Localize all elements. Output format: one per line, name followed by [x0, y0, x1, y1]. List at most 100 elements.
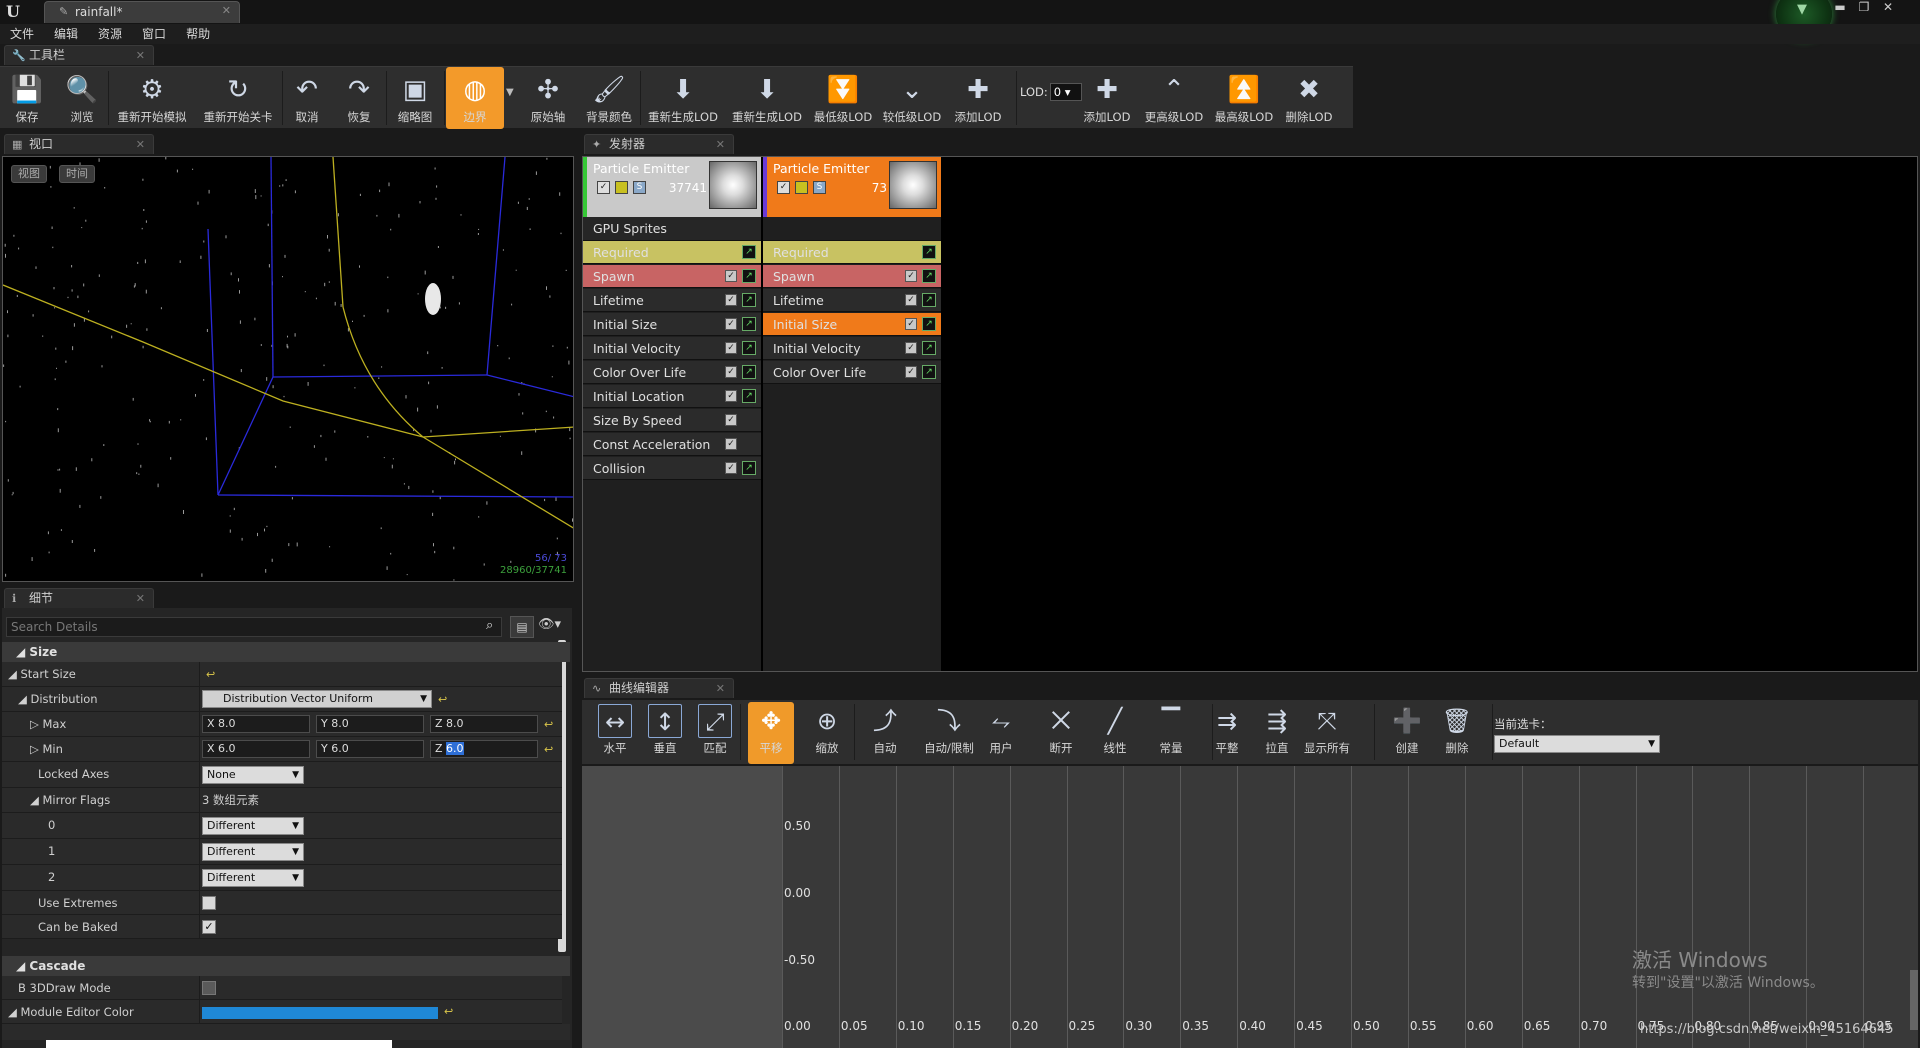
curve-graph-icon[interactable]: ↗ — [742, 269, 756, 283]
eye-icon[interactable]: 👁▾ — [538, 617, 561, 632]
curve-graph-icon[interactable]: ↗ — [742, 293, 756, 307]
curve-graph-icon[interactable]: ↗ — [922, 293, 936, 307]
min-x-field[interactable]: X 6.0 — [202, 740, 310, 758]
emitter-type-data[interactable] — [763, 217, 941, 241]
toolbar-button-2[interactable]: ⚙ 重新开始模拟 — [110, 67, 194, 129]
toolbar-button-13[interactable]: ⌄ 较低级LOD — [878, 67, 946, 129]
s-icon[interactable]: S — [633, 181, 646, 194]
module-size-by-speed[interactable]: Size By Speed ✓ — [583, 409, 761, 432]
curve-editor-tab[interactable]: ∿ 曲线编辑器 ✕ — [584, 678, 734, 698]
solo-icon[interactable] — [795, 181, 808, 194]
curve-graph-icon[interactable]: ↗ — [922, 341, 936, 355]
reset-icon[interactable]: ↩ — [444, 1005, 453, 1018]
curve-graph-icon[interactable]: ↗ — [922, 245, 936, 259]
toolbar-button-17[interactable]: ⏫ 最高级LOD — [1210, 67, 1278, 129]
module-collision[interactable]: Collision ✓ ↗ — [583, 457, 761, 480]
reset-icon[interactable]: ↩ — [544, 718, 553, 731]
close-tab-icon[interactable]: ✕ — [136, 589, 145, 608]
menu-item-0[interactable]: 文件 — [0, 24, 44, 44]
toolbar-button-16[interactable]: ⌃ 更高级LOD — [1140, 67, 1208, 129]
can-be-baked-checkbox[interactable]: ✓ — [202, 920, 216, 934]
close-tab-icon[interactable]: ✕ — [136, 46, 145, 65]
module-enable-checkbox[interactable]: ✓ — [725, 270, 737, 282]
lod-selector[interactable]: LOD: 0 ▾ — [1020, 83, 1082, 101]
curve-tool-13[interactable]: ⤧ 显示所有 — [1304, 702, 1350, 764]
mirror-flag-dropdown[interactable]: Different — [202, 869, 304, 887]
emitter-type-data[interactable]: GPU Sprites — [583, 217, 761, 241]
module-required[interactable]: Required ↗ — [763, 241, 941, 264]
viewport[interactable]: 视图 时间 56/ 73 28960/37741 — [2, 156, 574, 582]
module-enable-checkbox[interactable]: ✓ — [905, 318, 917, 330]
module-initial-location[interactable]: Initial Location ✓ ↗ — [583, 385, 761, 408]
module-enable-checkbox[interactable]: ✓ — [725, 462, 737, 474]
toolbar-button-14[interactable]: ✚ 添加LOD — [948, 67, 1008, 129]
mirror-flag-dropdown[interactable]: Different — [202, 817, 304, 835]
emitter-column-0[interactable]: Particle Emitter ✓ S 37741 GPU Sprites Requir… — [583, 157, 761, 671]
mirror-flag-dropdown[interactable]: Different — [202, 843, 304, 861]
curve-tool-0[interactable]: ↔ 水平 — [592, 702, 638, 764]
curve-tool-9[interactable]: ╱ 线性 — [1092, 702, 1138, 764]
module-lifetime[interactable]: Lifetime ✓ ↗ — [583, 289, 761, 312]
close-tab-icon[interactable]: ✕ — [136, 135, 145, 154]
module-spawn[interactable]: Spawn ✓ ↗ — [763, 265, 941, 288]
bounds-dropdown-icon[interactable]: ▼ — [506, 87, 514, 98]
toolbar-button-5[interactable]: ↷ 恢复 — [334, 67, 384, 129]
curve-graph-icon[interactable]: ↗ — [922, 365, 936, 379]
curve-tool-3[interactable]: ✥ 平移 — [748, 702, 794, 764]
menu-item-4[interactable]: 帮助 — [176, 24, 220, 44]
curve-graph-icon[interactable]: ↗ — [742, 389, 756, 403]
use-extremes-checkbox[interactable] — [202, 896, 216, 910]
viewport-tab[interactable]: ▦ 视口 ✕ — [4, 134, 154, 154]
emitter-header[interactable]: Particle Emitter ✓ S 37741 — [583, 157, 761, 217]
curve-graph[interactable]: 0.00 0.05 0.10 0.15 0.20 0.25 0.30 0.35 0.40 0.45… — [582, 766, 1918, 1048]
curve-tool-1[interactable]: ↕ 垂直 — [642, 702, 688, 764]
document-tab[interactable]: ✎ rainfall* ✕ — [44, 1, 240, 23]
module-lifetime[interactable]: Lifetime ✓ ↗ — [763, 289, 941, 312]
toolbar-button-8[interactable]: ✣ 原始轴 — [520, 67, 576, 129]
restore-button[interactable]: ❐ — [1854, 0, 1874, 16]
enable-checkbox-icon[interactable]: ✓ — [597, 181, 610, 194]
toolbar-button-10[interactable]: ⬇ 重新生成LOD — [642, 67, 724, 129]
section-cascade[interactable]: ◢ Cascade — [2, 956, 570, 976]
curve-graph-icon[interactable]: ↗ — [742, 341, 756, 355]
enable-checkbox-icon[interactable]: ✓ — [777, 181, 790, 194]
module-initial-size[interactable]: Initial Size ✓ ↗ — [583, 313, 761, 336]
module-required[interactable]: Required ↗ — [583, 241, 761, 264]
toolbar-button-3[interactable]: ↻ 重新开始关卡 — [196, 67, 280, 129]
curve-tool-8[interactable]: ⨉ 断开 — [1038, 702, 1084, 764]
min-z-field[interactable]: Z 6.0 — [430, 740, 538, 758]
module-color-over-life[interactable]: Color Over Life ✓ ↗ — [583, 361, 761, 384]
module-const-acceleration[interactable]: Const Acceleration ✓ — [583, 433, 761, 456]
solo-icon[interactable] — [615, 181, 628, 194]
curve-tool-2[interactable]: ⤢ 匹配 — [692, 702, 738, 764]
emitters-tab[interactable]: ✦ 发射器 ✕ — [584, 134, 734, 154]
curve-tool-14[interactable]: ➕ 创建 — [1384, 702, 1430, 764]
menu-item-3[interactable]: 窗口 — [132, 24, 176, 44]
module-color-swatch[interactable] — [202, 1007, 438, 1019]
toolbar-button-11[interactable]: ⬇ 重新生成LOD — [726, 67, 808, 129]
locked-axes-dropdown[interactable]: None — [202, 766, 304, 784]
module-enable-checkbox[interactable]: ✓ — [905, 294, 917, 306]
toolbar-button-9[interactable]: 🖌 背景颜色 — [578, 67, 640, 129]
module-enable-checkbox[interactable]: ✓ — [725, 390, 737, 402]
toolbar-button-6[interactable]: ▣ 缩略图 — [386, 67, 444, 129]
curve-graph-icon[interactable]: ↗ — [742, 461, 756, 475]
current-tab-dropdown[interactable]: Default — [1494, 735, 1660, 753]
toolbar-button-0[interactable]: 💾 保存 — [0, 67, 54, 129]
menu-item-1[interactable]: 编辑 — [44, 24, 88, 44]
module-enable-checkbox[interactable]: ✓ — [905, 342, 917, 354]
toolbar-button-12[interactable]: ⏬ 最低级LOD — [810, 67, 876, 129]
time-button[interactable]: 时间 — [59, 165, 95, 183]
details-tab[interactable]: ℹ 细节 ✕ — [4, 588, 154, 608]
module-enable-checkbox[interactable]: ✓ — [725, 414, 737, 426]
distribution-dropdown[interactable]: Distribution Vector Uniform — [202, 690, 432, 708]
close-tab-icon[interactable]: ✕ — [716, 135, 725, 154]
module-initial-velocity[interactable]: Initial Velocity ✓ ↗ — [763, 337, 941, 360]
module-enable-checkbox[interactable]: ✓ — [725, 438, 737, 450]
reset-icon[interactable]: ↩ — [544, 743, 553, 756]
module-color-over-life[interactable]: Color Over Life ✓ ↗ — [763, 361, 941, 384]
module-enable-checkbox[interactable]: ✓ — [725, 294, 737, 306]
minimize-button[interactable]: ▬ — [1830, 0, 1850, 16]
curve-scrollbar[interactable] — [1910, 970, 1918, 1030]
emitter-column-1[interactable]: Particle Emitter ✓ S 73 Required ↗ Spawn ✓ ↗ Life… — [763, 157, 941, 671]
